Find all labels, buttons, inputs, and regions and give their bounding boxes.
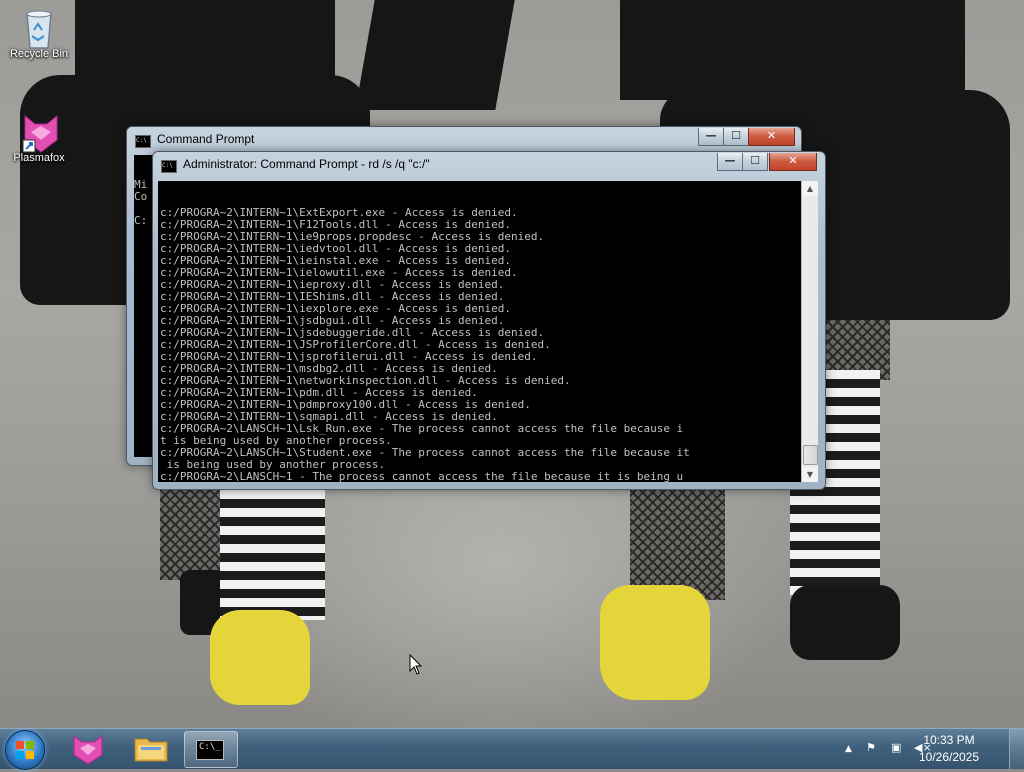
clock-date: 10/26/2025 xyxy=(918,750,980,764)
folder-icon xyxy=(134,738,168,762)
network-icon[interactable]: ▣ xyxy=(891,741,901,754)
scroll-thumb[interactable] xyxy=(803,445,818,465)
windows-logo-icon xyxy=(16,741,34,759)
console-scrollbar[interactable]: ▲ ▼ xyxy=(801,181,818,482)
taskbar-button-plasmafox[interactable] xyxy=(62,731,114,766)
minimize-button[interactable]: — xyxy=(698,128,724,146)
scroll-down-button[interactable]: ▼ xyxy=(802,467,818,482)
recycle-bin-icon xyxy=(21,6,57,49)
desktop-icon-recycle-bin[interactable]: Recycle Bin xyxy=(1,6,77,60)
wallpaper-left-shoe-yellow xyxy=(210,610,310,705)
show-desktop-button[interactable] xyxy=(1009,729,1024,769)
system-clock[interactable]: 10:33 PM 10/26/2025 xyxy=(914,732,984,766)
wallpaper-left-leg-stripes xyxy=(220,490,325,620)
taskbar-button-file-explorer[interactable] xyxy=(125,731,177,766)
wallpaper-right-shoe-dark xyxy=(790,585,900,660)
maximize-button[interactable]: ☐ xyxy=(723,128,749,146)
console-output[interactable]: c:/PROGRA~2\INTERN~1\ExtExport.exe - Acc… xyxy=(158,181,801,482)
wallpaper-person-left-top xyxy=(75,0,335,85)
window-titlebar[interactable]: C:\ Administrator: Command Prompt - rd /… xyxy=(153,152,825,178)
window-command-prompt-admin[interactable]: C:\ Administrator: Command Prompt - rd /… xyxy=(152,151,826,490)
clock-time: 10:33 PM xyxy=(923,733,975,747)
scroll-up-button[interactable]: ▲ xyxy=(802,181,818,196)
window-title: Administrator: Command Prompt - rd /s /q… xyxy=(183,157,430,171)
cmd-icon: C:\_ xyxy=(196,740,224,760)
wallpaper-right-leg-fishnet xyxy=(630,485,725,600)
console-lines: c:/PROGRA~2\INTERN~1\ExtExport.exe - Acc… xyxy=(160,207,801,483)
desktop-icon-plasmafox[interactable]: Plasmafox xyxy=(1,110,77,164)
start-button[interactable] xyxy=(5,730,45,770)
mouse-cursor-icon xyxy=(409,654,423,675)
close-button[interactable]: ✕ xyxy=(748,128,795,146)
plasmafox-icon xyxy=(73,735,103,765)
maximize-button[interactable]: ☐ xyxy=(742,153,768,171)
console-line: c:/PROGRA~2\LANSCH~1 - The process canno… xyxy=(160,470,684,483)
minimize-button[interactable]: — xyxy=(717,153,743,171)
close-button[interactable]: ✕ xyxy=(769,153,817,171)
show-hidden-icons-button[interactable]: ▲ xyxy=(845,744,852,754)
wallpaper-right-shoe-yellow xyxy=(600,585,710,700)
plasmafox-icon xyxy=(21,110,58,153)
cmd-icon: C:\ xyxy=(135,135,151,148)
window-titlebar[interactable]: C:\ Command Prompt — ☐ ✕ xyxy=(127,127,801,153)
window-title: Command Prompt xyxy=(157,132,255,146)
taskbar: C:\_ ▲ ⚑ ▣ ◀× 10:33 PM 10/26/2025 xyxy=(0,728,1024,770)
wallpaper-person-left-arm xyxy=(355,0,515,110)
cmd-icon: C:\ xyxy=(161,160,177,173)
action-center-flag-icon[interactable]: ⚑ xyxy=(866,741,876,754)
wallpaper-person-right-top xyxy=(620,0,965,100)
taskbar-button-command-prompt[interactable]: C:\_ xyxy=(184,731,238,768)
